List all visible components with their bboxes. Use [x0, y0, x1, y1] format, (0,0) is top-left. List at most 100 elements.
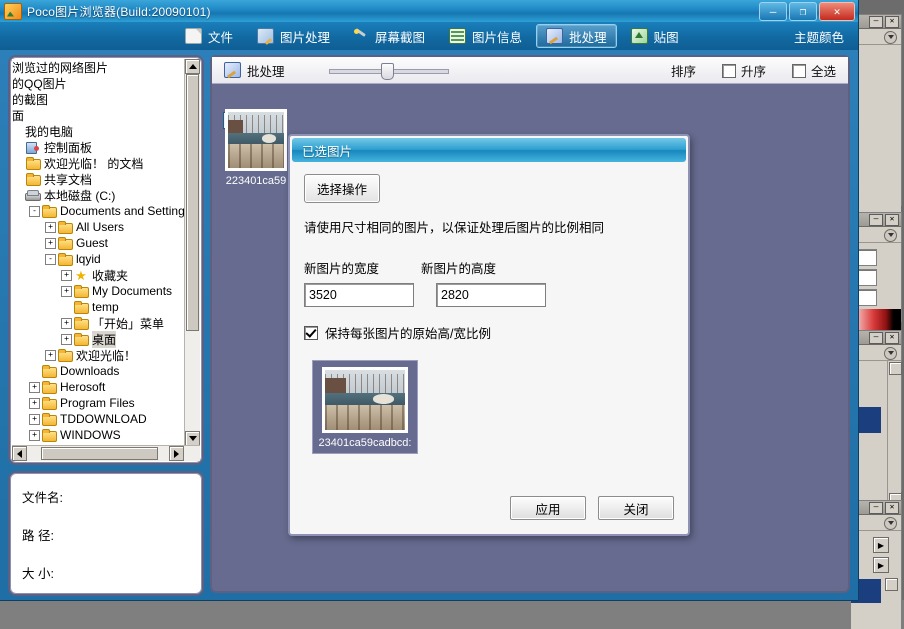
tree-node[interactable]: + WINDOWS — [12, 427, 185, 443]
tree-vertical-scrollbar[interactable] — [184, 59, 200, 446]
tree-scroll-thumb[interactable] — [186, 74, 199, 331]
height-input[interactable]: 2820 — [436, 283, 546, 307]
expand-icon[interactable]: + — [60, 317, 73, 330]
thumbnail-size-slider[interactable] — [328, 62, 449, 80]
menu-item-image-info[interactable]: 图片信息 — [439, 24, 532, 48]
layers-scrollbar[interactable] — [887, 361, 902, 521]
close-button[interactable]: 关闭 — [598, 496, 674, 520]
scroll-up-icon[interactable] — [885, 578, 898, 591]
expand-icon[interactable]: + — [28, 413, 41, 426]
folder-icon — [73, 284, 89, 298]
scroll-up-icon[interactable] — [185, 59, 200, 74]
menu-item-batch[interactable]: 批处理 — [536, 24, 617, 48]
expand-icon[interactable]: + — [28, 397, 41, 410]
slider-thumb[interactable] — [380, 63, 394, 80]
tree-node[interactable]: - lqyid — [12, 251, 185, 267]
opacity-panel-titlebar[interactable]: – ✕ — [851, 501, 901, 515]
tree-hscroll-thumb[interactable] — [41, 447, 158, 460]
tree-node[interactable]: + All Users — [12, 219, 185, 235]
menu-item-sticker[interactable]: 贴图 — [621, 24, 689, 48]
tree-node[interactable]: + Guest — [12, 235, 185, 251]
thumbnail-image[interactable] — [225, 109, 287, 171]
opacity-stepper[interactable]: ▶ — [873, 537, 889, 553]
tree-node[interactable]: 控制面板 — [12, 139, 185, 155]
theme-color-link[interactable]: 主题颜色 — [794, 27, 844, 46]
select-all-checkbox[interactable]: 全选 — [791, 61, 836, 80]
minimize-icon[interactable]: – — [869, 15, 883, 28]
opacity-panel-menu-icon[interactable] — [851, 515, 901, 531]
tree-node[interactable]: Downloads — [12, 363, 185, 379]
menu-item-file[interactable]: 文件 — [175, 24, 243, 48]
close-icon[interactable]: ✕ — [885, 15, 899, 28]
minimize-icon[interactable]: – — [869, 213, 883, 226]
fill-stepper[interactable]: ▶ — [873, 557, 889, 573]
tree-node-label: 收藏夹 — [92, 268, 129, 283]
color-panel-titlebar[interactable]: – ✕ — [851, 213, 901, 227]
expand-icon[interactable]: + — [60, 285, 73, 298]
folder-icon — [57, 252, 73, 266]
tree-node[interactable]: temp — [12, 299, 185, 315]
tree-horizontal-scrollbar[interactable] — [12, 445, 200, 461]
tree-node[interactable]: + TDDOWNLOAD — [12, 411, 185, 427]
minimize-button[interactable]: – — [759, 2, 787, 21]
tree-node[interactable]: + 「开始」菜单 — [12, 315, 185, 331]
tree-node[interactable]: + My Documents — [12, 283, 185, 299]
expand-icon[interactable]: + — [28, 381, 41, 394]
tree-node[interactable]: + 欢迎光临！ — [12, 347, 185, 363]
window-controls: – ❐ ✕ — [759, 2, 855, 21]
size-label: 大 小: — [22, 567, 54, 581]
tree-node-label: 的QQ图片 — [12, 76, 67, 91]
close-icon[interactable]: ✕ — [885, 331, 899, 344]
scroll-left-icon[interactable] — [12, 446, 27, 461]
tree-node[interactable]: + 桌面 — [12, 330, 185, 348]
tree-node[interactable]: + Herosoft — [12, 379, 185, 395]
filename-row: 文件名: — [22, 487, 190, 506]
close-button[interactable]: ✕ — [819, 2, 855, 21]
expand-icon[interactable]: + — [28, 429, 41, 442]
scroll-right-icon[interactable] — [169, 446, 184, 461]
expand-icon[interactable]: + — [44, 237, 57, 250]
collapse-icon[interactable]: - — [44, 253, 57, 266]
maximize-button[interactable]: ❐ — [789, 2, 817, 21]
tree-node[interactable]: + ★ 收藏夹 — [12, 267, 185, 283]
menu-item-screenshot[interactable]: 屏幕截图 — [344, 24, 435, 48]
close-icon[interactable]: ✕ — [885, 501, 899, 514]
expand-icon[interactable]: + — [60, 333, 73, 346]
navigator-panel-titlebar[interactable]: – ✕ — [851, 15, 901, 29]
tree-node[interactable]: 共享文档 — [12, 171, 185, 187]
tree-node[interactable]: 本地磁盘 (C:) — [12, 187, 185, 203]
thumbnail-item[interactable]: 223401ca59 — [220, 109, 292, 187]
color-panel-menu-icon[interactable] — [851, 227, 901, 243]
scroll-down-icon[interactable] — [185, 431, 200, 446]
tree-node[interactable]: 欢迎光临！ 的文档 — [12, 155, 185, 171]
tree-node[interactable]: - Documents and Settings — [12, 203, 185, 219]
scroll-up-icon[interactable] — [889, 362, 902, 375]
minimize-icon[interactable]: – — [869, 501, 883, 514]
choose-operation-button[interactable]: 选择操作 — [304, 174, 381, 203]
tree-node[interactable]: 面 — [12, 107, 185, 123]
tree-node[interactable]: 我的电脑 — [12, 123, 185, 139]
close-icon[interactable]: ✕ — [885, 213, 899, 226]
menu-item-image-edit[interactable]: 图片处理 — [247, 24, 340, 48]
tree-node[interactable]: 的QQ图片 — [12, 75, 185, 91]
layers-panel-menu-icon[interactable] — [851, 345, 901, 361]
width-input[interactable]: 3520 — [304, 283, 414, 307]
keep-ratio-checkbox[interactable]: 保持每张图片的原始高/宽比例 — [304, 323, 674, 342]
navigator-panel-menu-icon[interactable] — [851, 29, 901, 45]
title-bar[interactable]: Poco图片浏览器(Build:20090101) – ❐ ✕ — [0, 0, 858, 22]
collapse-icon[interactable]: - — [28, 205, 41, 218]
tree-node[interactable]: + Program Files — [12, 395, 185, 411]
ascending-checkbox[interactable]: 升序 — [721, 61, 766, 80]
navigator-panel-body — [851, 45, 901, 235]
expand-icon[interactable]: + — [44, 349, 57, 362]
layers-panel-titlebar[interactable]: – ✕ — [851, 331, 901, 345]
minimize-icon[interactable]: – — [869, 331, 883, 344]
folder-tree[interactable]: 浏览过的网络图片 的QQ图片 的截图面我的电脑 控制面板 欢迎光临！ 的文档 共享文档 本地… — [12, 59, 185, 446]
apply-button[interactable]: 应用 — [510, 496, 586, 520]
expand-icon[interactable]: + — [44, 221, 57, 234]
dialog-thumbnail-image[interactable] — [322, 367, 408, 433]
expand-icon[interactable]: + — [60, 269, 73, 282]
tree-node[interactable]: 的截图 — [12, 91, 185, 107]
dialog-thumbnail-item[interactable]: 23401ca59cadbcd: — [312, 360, 418, 454]
tree-node[interactable]: 浏览过的网络图片 — [12, 59, 185, 75]
